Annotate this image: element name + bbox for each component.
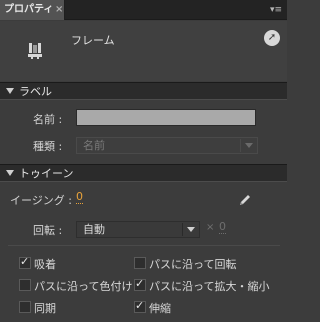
- rotation-count: 0: [219, 220, 226, 234]
- sync-checkbox[interactable]: [19, 301, 31, 313]
- rotate-select-value: 自動: [83, 223, 105, 236]
- scale-along-path-checkbox[interactable]: [134, 277, 146, 291]
- snap-label: 吸着: [34, 258, 56, 271]
- orient-to-path-label: パスに沿って回転: [149, 258, 237, 271]
- chevron-down-icon: [245, 143, 253, 148]
- section-label-header[interactable]: ラベル: [0, 82, 287, 100]
- snap-checkbox[interactable]: [19, 255, 31, 269]
- instance-info: フレーム ➚: [0, 21, 287, 81]
- panel-menu-icon[interactable]: ▾≡: [269, 3, 283, 17]
- color-along-path-checkbox[interactable]: [19, 279, 31, 291]
- color-along-path-label: パスに沿って色付け: [34, 280, 133, 293]
- name-input[interactable]: [76, 109, 256, 126]
- frame-symbol-icon: [28, 43, 42, 59]
- type-select-value: 名前: [83, 139, 105, 152]
- section-label-title: ラベル: [19, 85, 52, 98]
- close-icon[interactable]: ×: [55, 0, 63, 20]
- section-tween-header[interactable]: トゥイーン: [0, 164, 287, 182]
- tab-properties[interactable]: プロパティ ×: [0, 0, 65, 20]
- chevron-down-icon: [187, 227, 195, 232]
- pencil-icon[interactable]: [238, 193, 252, 207]
- type-select: 名前: [76, 137, 258, 154]
- scale-along-path-label: パスに沿って拡大・縮小: [149, 280, 270, 293]
- sync-label: 同期: [34, 302, 56, 315]
- ease-label: イージング :: [10, 194, 72, 207]
- collapse-triangle-icon: [6, 170, 14, 176]
- section-tween-title: トゥイーン: [19, 167, 74, 180]
- collapse-triangle-icon: [6, 88, 14, 94]
- scale-checkbox[interactable]: [134, 299, 146, 313]
- scale-label: 伸縮: [149, 302, 171, 315]
- type-label: 種類 :: [33, 140, 63, 153]
- tab-label: プロパティ: [4, 4, 54, 15]
- panel-tab-bar: プロパティ × ▾≡: [0, 0, 287, 20]
- divider: [8, 245, 280, 246]
- symbol-type-label: フレーム: [71, 34, 115, 47]
- orient-to-path-checkbox[interactable]: [134, 257, 146, 269]
- ease-value[interactable]: 0: [76, 191, 83, 204]
- rotate-label: 回転 :: [33, 224, 63, 237]
- name-label: 名前 :: [33, 113, 63, 126]
- goto-arrow-icon[interactable]: ➚: [264, 30, 280, 46]
- rotate-select[interactable]: 自動: [76, 221, 200, 238]
- times-symbol: ×: [206, 222, 215, 233]
